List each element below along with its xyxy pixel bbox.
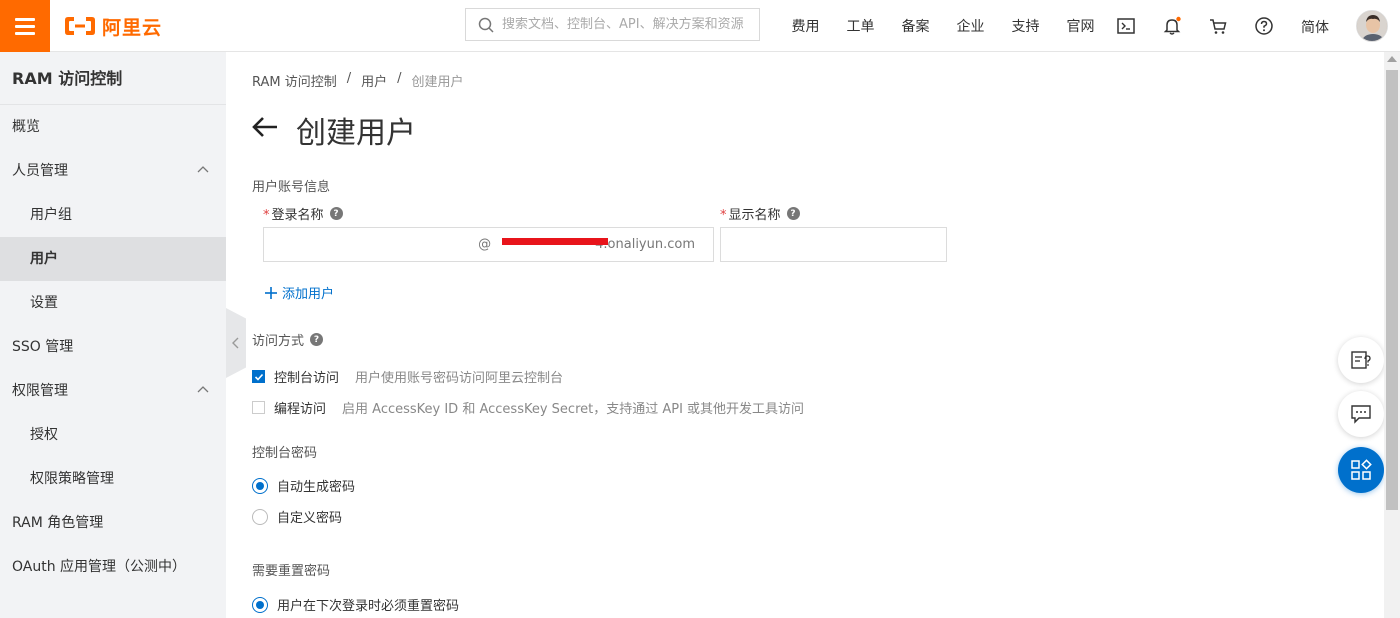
auto-password-label: 自动生成密码: [277, 480, 356, 495]
breadcrumb-separator: /: [397, 71, 402, 86]
reset-required-option[interactable]: 用户在下次登录时必须重置密码: [252, 595, 459, 614]
sidebar-item-roles[interactable]: RAM 角色管理: [0, 501, 226, 545]
display-name-label: * 显示名称 ?: [720, 204, 800, 223]
help-icon[interactable]: ?: [329, 207, 343, 220]
nav-billing[interactable]: 费用: [778, 16, 833, 36]
aliyun-logo[interactable]: 阿里云: [64, 13, 162, 39]
bell-icon[interactable]: [1160, 14, 1184, 38]
programmatic-access-label: 编程访问: [274, 402, 327, 417]
sidebar-item-permissions[interactable]: 权限管理: [0, 369, 226, 413]
required-mark: *: [263, 208, 270, 223]
add-user-button[interactable]: 添加用户: [264, 283, 334, 302]
password-section-label: 控制台密码: [252, 446, 318, 461]
help-icon[interactable]: [1252, 14, 1276, 38]
search-icon: [478, 17, 494, 33]
breadcrumb: RAM 访问控制 / 用户 / 创建用户: [252, 71, 464, 90]
apps-grid-icon: [1351, 459, 1372, 480]
console-access-checkbox[interactable]: [252, 370, 265, 383]
scroll-up-icon[interactable]: [1387, 56, 1397, 62]
search-box[interactable]: [465, 8, 760, 41]
breadcrumb-separator: /: [346, 71, 352, 86]
back-arrow-icon[interactable]: [250, 112, 280, 142]
check-icon: [254, 373, 263, 381]
top-nav: 费用 工单 备案 企业 支持 官网: [778, 0, 1108, 52]
console-access-label: 控制台访问: [274, 371, 340, 386]
sidebar-item-settings[interactable]: 设置: [0, 281, 226, 325]
reset-section-label: 需要重置密码: [252, 564, 331, 579]
sidebar-item-users[interactable]: 用户: [0, 237, 226, 281]
required-mark: *: [720, 208, 727, 223]
programmatic-access-checkbox[interactable]: [252, 401, 265, 414]
sidebar-item-label: 人员管理: [12, 163, 68, 179]
reset-required-radio[interactable]: [252, 596, 268, 613]
feedback-button[interactable]: [1338, 337, 1384, 383]
plus-icon: [265, 286, 277, 299]
sidebar-item-policies[interactable]: 权限策略管理: [0, 457, 226, 501]
search-input[interactable]: [502, 17, 752, 32]
sidebar-item-label: 权限管理: [12, 383, 68, 399]
console-access-desc: 用户使用账号密码访问阿里云控制台: [355, 371, 564, 386]
help-icon[interactable]: ?: [786, 207, 800, 220]
apps-button[interactable]: [1338, 447, 1384, 493]
access-section-label: 访问方式 ?: [252, 330, 324, 349]
page-title: 创建用户: [296, 116, 416, 151]
sidebar-title: RAM 访问控制: [0, 52, 226, 105]
sidebar-item-sso[interactable]: SSO 管理: [0, 325, 226, 369]
chevron-up-icon[interactable]: [196, 383, 210, 397]
avatar[interactable]: [1356, 10, 1388, 42]
auto-password-option[interactable]: 自动生成密码: [252, 476, 355, 495]
console-access-option[interactable]: 控制台访问 用户使用账号密码访问阿里云控制台: [252, 367, 563, 386]
brand-name: 阿里云: [102, 16, 163, 39]
sidebar: RAM 访问控制 概览 人员管理 用户组 用户 设置 SSO 管理 权限管理 授…: [0, 52, 226, 618]
language-switch[interactable]: 简体: [1301, 17, 1329, 37]
programmatic-access-desc: 启用 AccessKey ID 和 AccessKey Secret，支持通过 …: [342, 402, 805, 417]
account-section-label: 用户账号信息: [252, 180, 331, 195]
terminal-icon[interactable]: [1114, 14, 1138, 38]
custom-password-option[interactable]: 自定义密码: [252, 507, 342, 526]
breadcrumb-ram[interactable]: RAM 访问控制: [252, 71, 337, 90]
sidebar-item-oauth[interactable]: OAuth 应用管理（公测中）: [0, 545, 226, 589]
chat-button[interactable]: [1338, 391, 1384, 437]
nav-support[interactable]: 支持: [998, 16, 1053, 36]
chevron-up-icon[interactable]: [196, 163, 210, 177]
page-scrollbar[interactable]: [1384, 52, 1400, 618]
chat-icon: [1351, 405, 1371, 424]
nav-website[interactable]: 官网: [1053, 16, 1108, 36]
redaction-bar: [502, 238, 608, 245]
login-name-input[interactable]: @4.onaliyun.com: [263, 227, 714, 262]
nav-icp[interactable]: 备案: [888, 16, 943, 36]
auto-password-radio[interactable]: [252, 477, 268, 494]
custom-password-label: 自定义密码: [277, 511, 343, 526]
nav-enterprise[interactable]: 企业: [943, 16, 998, 36]
sidebar-item-identities[interactable]: 人员管理: [0, 149, 226, 193]
custom-password-radio[interactable]: [252, 508, 268, 525]
help-icon[interactable]: ?: [310, 333, 324, 346]
breadcrumb-users[interactable]: 用户: [361, 71, 387, 90]
sidebar-item-groups[interactable]: 用户组: [0, 193, 226, 237]
display-name-input[interactable]: [720, 227, 947, 262]
cart-icon[interactable]: [1206, 14, 1230, 38]
nav-tickets[interactable]: 工单: [833, 16, 888, 36]
scroll-thumb[interactable]: [1386, 70, 1398, 510]
menu-icon[interactable]: [0, 0, 50, 52]
programmatic-access-option[interactable]: 编程访问 启用 AccessKey ID 和 AccessKey Secret，…: [252, 398, 804, 417]
main-content: RAM 访问控制 / 用户 / 创建用户 创建用户 用户账号信息 * 登录名称 ?…: [226, 52, 1384, 618]
aliyun-logo-icon: [65, 17, 95, 35]
top-bar: 阿里云 费用 工单 备案 企业 支持 官网 简体: [0, 0, 1400, 52]
sidebar-item-grants[interactable]: 授权: [0, 413, 226, 457]
edit-doc-icon: [1351, 351, 1371, 369]
breadcrumb-current: 创建用户: [411, 75, 464, 90]
login-name-label: * 登录名称 ?: [263, 204, 343, 223]
sidebar-item-overview[interactable]: 概览: [0, 105, 226, 149]
reset-required-label: 用户在下次登录时必须重置密码: [277, 599, 460, 614]
